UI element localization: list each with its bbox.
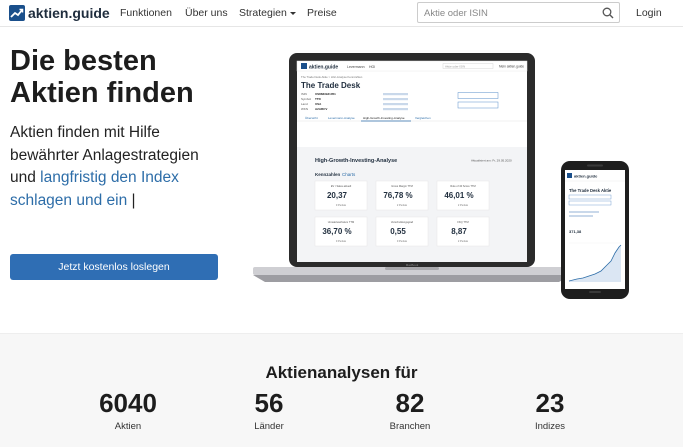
mock-metric-card: Rule of 40 Score TTM 46,01 % 2 Punkte	[436, 180, 490, 211]
hero-sub-highlight2: schlagen und ein	[10, 191, 128, 209]
phone-price: 371,38	[569, 229, 582, 234]
mock-card-value: 46,01 %	[444, 191, 473, 200]
nav-funktionen[interactable]: Funktionen	[120, 7, 172, 20]
stat-value: 56	[254, 388, 284, 418]
laptop-mockup: aktien.guide Levermann HGI Aktie oder IS…	[253, 53, 571, 282]
nav-preise[interactable]: Preise	[307, 7, 337, 20]
stat-value: 23	[535, 388, 565, 418]
mock-card-points: 0 Punkte	[397, 239, 408, 243]
mock-info-value: TTD	[315, 97, 322, 101]
mock-info-value: US88339J1051	[315, 92, 336, 96]
stat-laender: 56 Länder	[219, 388, 319, 432]
mock-tab: Levermann-Analyse	[328, 116, 355, 120]
stat-aktien: 6040 Aktien	[78, 388, 178, 432]
mock-info-value: A2ARCV	[315, 107, 327, 111]
phone-title: The Trade Desk Aktie	[569, 188, 612, 193]
mock-card-points: 2 Punkte	[458, 203, 469, 207]
chevron-down-icon	[289, 11, 296, 15]
mock-card-label: EV / Sales aktuell	[331, 184, 352, 188]
phone-brand: aktien.guide	[574, 174, 598, 179]
mock-card-points: 0 Punkte	[336, 203, 347, 207]
stat-indizes: 23 Indizes	[500, 388, 600, 432]
mock-card-value: 20,37	[327, 191, 348, 200]
nav-strategien[interactable]: Strategien	[239, 7, 296, 20]
stat-value: 82	[395, 388, 425, 418]
mock-menu-levermann: Levermann	[347, 65, 365, 69]
mock-card-label: Rule of 40 Score TTM	[450, 184, 475, 188]
mock-info-label: WKN	[301, 107, 308, 111]
mock-card-label: FKQ TTM	[457, 220, 468, 224]
mock-info-label: Land	[301, 102, 308, 106]
cta-button[interactable]: Jetzt kostenlos loslegen	[10, 254, 218, 280]
mock-card-label: Gross Margin TTM	[391, 184, 413, 188]
stat-label: Branchen	[389, 421, 431, 432]
mock-company: The Trade Desk	[301, 81, 361, 90]
mock-card-value: 36,70 %	[322, 227, 351, 236]
mock-metric-card: Gross Margin TTM 76,78 % 2 Punkte	[375, 180, 429, 211]
phone-mockup: aktien.guide The Trade Desk Aktie 371,38	[561, 161, 629, 299]
stats-section: Aktienanalysen für 6040 Aktien 56 Länder…	[0, 333, 683, 447]
hero-sub-highlight1: langfristig den Index	[40, 169, 179, 186]
mock-updated: Aktualisiert am: Fr, 29.05.2020	[471, 159, 512, 163]
nav-strategien-label: Strategien	[239, 7, 287, 19]
mock-card-label: Verschuldungsgrad	[391, 220, 414, 224]
mock-metric-card: EV / Sales aktuell 20,37 0 Punkte	[314, 180, 368, 211]
hero-sub-line3: und langfristig den Index	[10, 167, 240, 190]
mock-card-points: 2 Punkte	[458, 239, 469, 243]
mock-info-label: Symbol	[301, 97, 311, 101]
mock-charts: Charts	[342, 172, 356, 177]
mock-macbook-label: MacBook	[406, 263, 419, 267]
mock-tab: Vergleichen	[415, 116, 431, 120]
mock-account: Mein aktien.guide	[499, 65, 524, 69]
stat-label: Indizes	[534, 421, 566, 432]
mock-card-value: 0,55	[390, 227, 406, 236]
login-link[interactable]: Login	[636, 7, 662, 19]
typing-cursor: |	[127, 191, 136, 209]
mock-info-label: ISIN	[301, 92, 307, 96]
mock-section-title: High-Growth-Investing-Analyse	[315, 158, 397, 164]
mock-menu-hgi: HGI	[369, 65, 375, 69]
mock-card-points: 0 Punkte	[336, 239, 347, 243]
stat-branchen: 82 Branchen	[360, 388, 460, 432]
hero-sub-line4: schlagen und ein |	[10, 190, 240, 213]
hero-sub-line1: Aktien finden mit Hilfe	[10, 124, 160, 141]
brand-name: aktien.guide	[28, 5, 110, 21]
brand-link[interactable]: aktien.guide	[9, 4, 110, 22]
top-navbar: aktien.guide Funktionen Über uns Strateg…	[0, 0, 683, 27]
mock-tab-active: High-Growth-Investing-Analyse	[363, 116, 405, 120]
mock-metric-card: Umsatzwachstum TTM 36,70 % 0 Punkte	[314, 216, 368, 247]
search-box	[417, 2, 620, 23]
nav-ueber-uns[interactable]: Über uns	[185, 7, 228, 20]
mock-kennzahlen: Kennzahlen	[315, 172, 341, 177]
mock-metric-card: Verschuldungsgrad 0,55 0 Punkte	[375, 216, 429, 247]
mock-card-label: Umsatzwachstum TTM	[328, 220, 354, 224]
hero-sub-line2: bewährter Anlagestrategien	[10, 146, 199, 164]
mock-card-points: 2 Punkte	[397, 203, 408, 207]
hero-title-line1: Die besten	[10, 45, 157, 77]
stats-title: Aktienanalysen für	[265, 363, 418, 382]
hero-sub-line3a: und	[10, 169, 41, 186]
mock-brand: aktien.guide	[309, 65, 338, 71]
stat-label: Aktien	[114, 421, 142, 432]
mock-card-value: 76,78 %	[383, 191, 412, 200]
mock-info-value: USA	[315, 102, 322, 106]
hero-title: Die besten Aktien finden	[10, 45, 240, 109]
mock-card-value: 8,87	[451, 227, 467, 236]
mock-tab: Übersicht	[305, 116, 318, 120]
search-icon[interactable]	[602, 7, 614, 19]
search-input[interactable]	[424, 6, 594, 20]
mock-search: Aktie oder ISIN	[445, 64, 465, 68]
hero-title-line2: Aktien finden	[10, 77, 194, 109]
stat-label: Länder	[254, 421, 284, 432]
stat-value: 6040	[99, 388, 157, 418]
mock-breadcrumb: The Trade Desk Aktie > HGI-Analyse Kennz…	[301, 75, 363, 79]
mock-metric-card: FKQ TTM 8,87 2 Punkte	[436, 216, 490, 247]
brand-logo-icon	[9, 5, 25, 21]
hero-subtitle: Aktien finden mit Hilfe bewährter Anlage…	[10, 122, 240, 212]
